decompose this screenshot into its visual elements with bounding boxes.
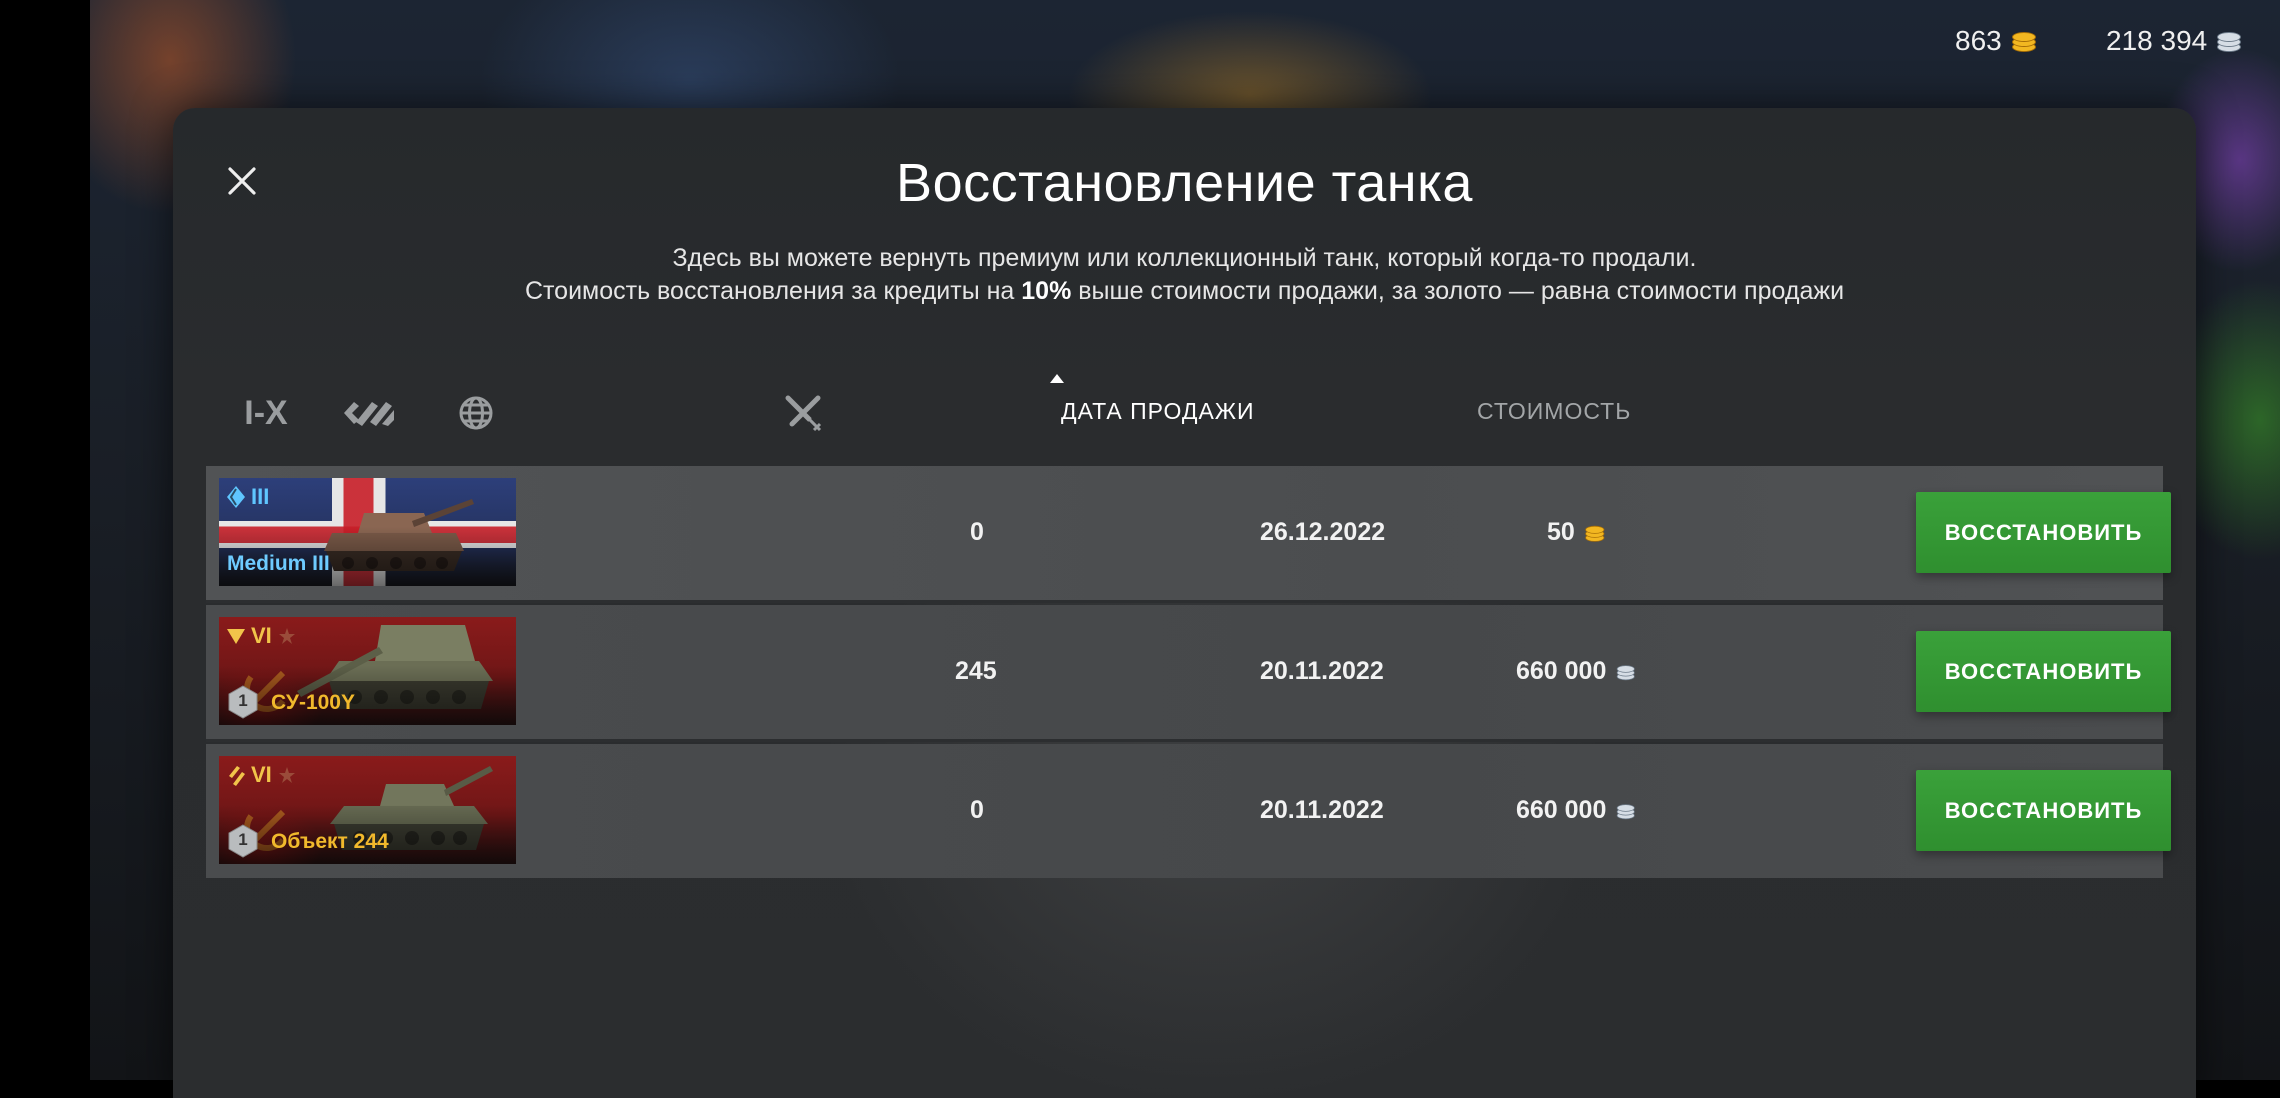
tank-name: Medium III <box>227 552 330 575</box>
tank-tier: VI <box>227 762 296 788</box>
star-icon <box>278 767 295 783</box>
column-cost[interactable]: СТОИМОСТЬ <box>1477 398 1631 425</box>
vehicle-type-icon[interactable] <box>339 388 399 438</box>
battles-value: 245 <box>955 657 997 685</box>
star-icon <box>278 628 295 644</box>
collectible-icon <box>227 486 245 508</box>
sale-date-value: 20.11.2022 <box>1260 657 1384 685</box>
gold-coins-icon <box>1583 524 1605 542</box>
credits-balance[interactable]: 218 394 <box>2106 24 2242 58</box>
table-row: III Medium III 0 26.12.2022 50 ВОССТАНОВ… <box>206 466 2171 603</box>
table-row: VI 1 СУ-100Y 245 20.11.2022 660 000 ВОСС… <box>206 605 2171 742</box>
table-row: VI 1 Объект 244 0 20.11.2022 660 000 ВОС… <box>206 744 2171 878</box>
gold-coins-icon <box>2010 30 2036 52</box>
column-sale-date[interactable]: ДАТА ПРОДАЖИ <box>1061 398 1255 425</box>
sort-ascending-icon <box>1050 370 1064 388</box>
restore-button[interactable]: ВОССТАНОВИТЬ <box>1916 770 2171 851</box>
gold-balance[interactable]: 863 <box>1955 24 2036 58</box>
mastery-badge: 1 <box>226 685 260 719</box>
crossed-swords-icon[interactable] <box>781 388 825 438</box>
subtitle-percent: 10% <box>1021 277 1072 305</box>
collectible-icon <box>229 766 245 786</box>
silver-coins-icon <box>1616 802 1636 819</box>
gold-amount: 863 <box>1955 25 2002 56</box>
premium-tank-icon <box>227 629 245 644</box>
subtitle-line-2-end: выше стоимости продажи, за золото — равн… <box>1071 277 1845 305</box>
tank-card[interactable]: III Medium III <box>219 478 516 586</box>
restore-button[interactable]: ВОССТАНОВИТЬ <box>1916 631 2171 712</box>
tank-card[interactable]: VI 1 Объект 244 <box>219 756 516 864</box>
tank-name: Объект 244 <box>271 830 389 853</box>
tank-card[interactable]: VI 1 СУ-100Y <box>219 617 516 725</box>
tank-tier: VI <box>227 623 296 649</box>
battles-value: 0 <box>970 796 984 824</box>
globe-icon[interactable] <box>451 388 501 438</box>
subtitle-line-2-start: Стоимость восстановления за кредиты на <box>524 277 1022 305</box>
subtitle-line-2: Стоимость восстановления за кредиты на 1… <box>173 277 2196 306</box>
cost-value: 50 <box>1547 518 1607 547</box>
tier-filter[interactable]: I-X <box>241 388 291 438</box>
sale-date-value: 26.12.2022 <box>1260 518 1386 546</box>
sale-date-value: 20.11.2022 <box>1260 796 1384 824</box>
restore-button[interactable]: ВОССТАНОВИТЬ <box>1916 492 2171 573</box>
mastery-badge: 1 <box>226 824 260 858</box>
silver-coins-icon <box>1616 663 1636 680</box>
tank-tier: III <box>227 484 269 510</box>
cost-value: 660 000 <box>1516 796 1638 825</box>
battles-value: 0 <box>970 518 984 546</box>
credits-amount: 218 394 <box>2106 25 2208 56</box>
subtitle-line-1: Здесь вы можете вернуть премиум или колл… <box>672 244 1697 272</box>
silver-coins-icon <box>2215 30 2242 52</box>
dialog-title: Восстановление танка <box>896 153 1473 213</box>
tank-restore-dialog: Восстановление танка Здесь вы можете вер… <box>173 108 2196 1098</box>
tank-name: СУ-100Y <box>271 691 355 714</box>
cost-value: 660 000 <box>1516 657 1638 686</box>
